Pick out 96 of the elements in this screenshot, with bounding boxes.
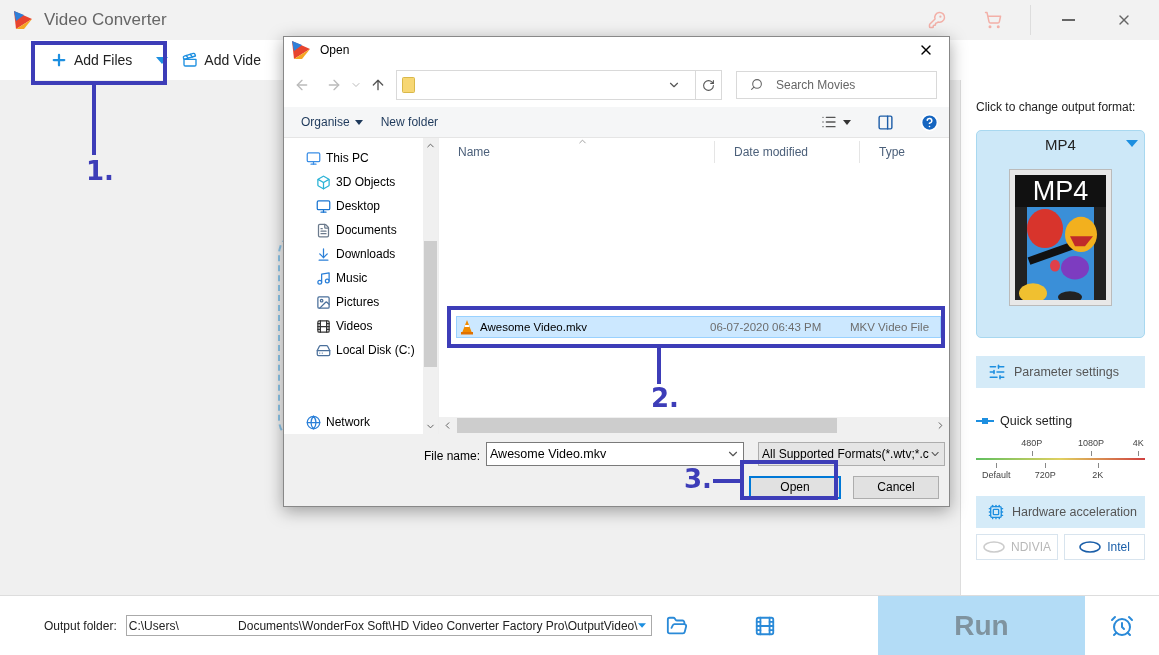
- globe-icon: [306, 414, 321, 430]
- horizontal-scrollbar[interactable]: [439, 417, 949, 434]
- column-header[interactable]: Date modified: [714, 141, 859, 163]
- app-logo-icon: [12, 9, 34, 31]
- minimize-icon: [1061, 19, 1075, 21]
- hardware-acceleration-button[interactable]: Hardware acceleration: [976, 496, 1145, 528]
- search-icon: [750, 78, 763, 91]
- dialog-title: Open: [320, 43, 350, 57]
- scale-label: 720P: [1034, 470, 1056, 480]
- file-row[interactable]: Awesome Video.mkv 06-07-2020 06:43 PM MKV Video File: [456, 316, 941, 338]
- oval-logo-icon: [1079, 541, 1102, 553]
- caret-icon: [1126, 140, 1138, 147]
- music-note-icon: [316, 270, 331, 286]
- column-header[interactable]: Type: [859, 141, 949, 163]
- quick-setting-label: Quick setting: [1000, 414, 1073, 428]
- left-arrow-icon: [294, 77, 310, 93]
- nav-item[interactable]: Downloads: [284, 242, 423, 266]
- scale-label: 480P: [1021, 438, 1043, 448]
- computer-icon: [306, 150, 321, 166]
- output-folder-field[interactable]: C:\Users\ Documents\WonderFox Soft\HD Video Converter Factory Pro\OutputVideo\: [125, 615, 652, 636]
- view-button[interactable]: [821, 114, 837, 130]
- step-number: 2.: [651, 383, 679, 413]
- step-number: 3.: [684, 464, 712, 494]
- command-button[interactable]: New folder: [380, 115, 445, 129]
- format-thumbnail: MP4: [1009, 169, 1112, 306]
- nav-item[interactable]: 3D Objects: [284, 170, 423, 194]
- list-icon: [821, 114, 837, 130]
- right-arrow-icon: [326, 77, 342, 93]
- monitor-icon: [316, 198, 331, 214]
- slider-icon: [976, 417, 994, 425]
- caret-icon: [156, 56, 169, 64]
- drive-icon: [316, 342, 331, 358]
- video-button[interactable]: [753, 614, 776, 637]
- cart-icon: [984, 11, 1002, 29]
- nav-item[interactable]: Music: [284, 266, 423, 290]
- parameter-settings-button[interactable]: Parameter settings: [976, 356, 1145, 388]
- command-button[interactable]: Organise: [301, 115, 369, 129]
- column-header[interactable]: Name: [439, 141, 714, 163]
- quality-scale[interactable]: 480P 1080P 4K Default 720P 2K: [976, 438, 1145, 484]
- traffic-cone-icon: [460, 319, 474, 335]
- oval-logo-icon: [983, 541, 1005, 553]
- nav-item[interactable]: Network: [284, 410, 423, 434]
- pane-icon: [877, 113, 894, 131]
- file-type-dropdown[interactable]: All Supported Formats(*.wtv;*.c: [758, 442, 945, 466]
- scale-label: 2K: [1092, 470, 1104, 480]
- refresh-button[interactable]: [694, 70, 722, 100]
- cube-icon: [316, 174, 331, 190]
- refresh-icon: [701, 78, 715, 92]
- output-folder-label: Output folder:: [44, 618, 117, 633]
- film-icon: [316, 318, 331, 334]
- plus-icon: [50, 51, 68, 69]
- scale-label: 4K: [1132, 438, 1144, 448]
- scale-label: 1080P: [1077, 438, 1104, 448]
- caret-icon: [637, 622, 646, 629]
- nav-item[interactable]: This PC: [284, 146, 423, 170]
- help-button[interactable]: [920, 112, 939, 132]
- scale-label: Default: [982, 470, 1011, 480]
- format-selector[interactable]: MP4 MP4: [976, 130, 1145, 338]
- download-icon: [316, 246, 331, 262]
- nav-item[interactable]: Videos: [284, 314, 423, 338]
- folder-icon: [665, 614, 688, 637]
- panel-heading: Click to change output format:: [976, 100, 1137, 114]
- dropdown-button[interactable]: [156, 56, 169, 64]
- app-title: Video Converter: [44, 10, 167, 30]
- open-folder-button[interactable]: [665, 614, 688, 637]
- vertical-scrollbar[interactable]: [423, 138, 438, 434]
- back-button[interactable]: [294, 77, 310, 93]
- add-video-button[interactable]: Add Vide: [182, 52, 261, 68]
- alarm-clock-icon: [1110, 613, 1134, 638]
- help-icon: [920, 112, 939, 132]
- film-icon: [753, 614, 776, 637]
- folder-icon: [402, 77, 415, 93]
- search-field[interactable]: Search Movies: [736, 71, 937, 99]
- preview-pane-button[interactable]: [877, 113, 894, 131]
- caret-icon: [843, 119, 851, 125]
- sliders-icon: [988, 363, 1006, 381]
- chip-icon: [988, 503, 1004, 521]
- file-name-label: File name:: [423, 449, 480, 463]
- accelerator-button[interactable]: Intel: [1064, 534, 1145, 560]
- up-button[interactable]: [370, 77, 386, 93]
- film-clip-icon: [182, 52, 199, 68]
- nav-item[interactable]: Local Disk (C:): [284, 338, 423, 362]
- add-files-button[interactable]: Add Files: [50, 51, 133, 69]
- document-icon: [316, 222, 331, 238]
- nav-item[interactable]: Desktop: [284, 194, 423, 218]
- nav-item[interactable]: Documents: [284, 218, 423, 242]
- forward-button[interactable]: [326, 77, 342, 93]
- caret-icon: [354, 119, 363, 125]
- step-number: 1.: [86, 156, 114, 186]
- view-menu-button[interactable]: [843, 119, 851, 125]
- nav-item[interactable]: Pictures: [284, 290, 423, 314]
- file-name-field[interactable]: Awesome Video.mkv: [486, 442, 744, 466]
- app-logo-icon: [290, 39, 312, 61]
- dialog-button[interactable]: Cancel: [853, 475, 939, 499]
- picture-icon: [316, 294, 331, 310]
- key-icon: [928, 11, 946, 29]
